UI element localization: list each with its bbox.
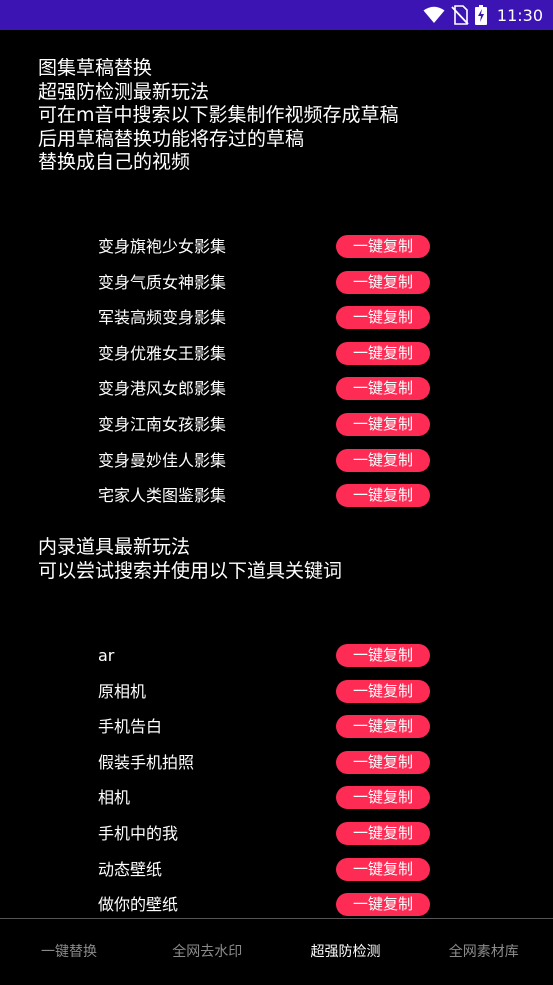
copy-button[interactable]: 一键复制	[336, 644, 430, 667]
keyword-label: 动态壁纸	[98, 859, 163, 879]
status-icons: 11:30	[423, 4, 543, 26]
keyword-label: 做你的壁纸	[98, 895, 179, 915]
intro-line: 超强防检测最新玩法	[38, 80, 210, 103]
keyword-label: 变身气质女神影集	[98, 272, 227, 292]
copy-button[interactable]: 一键复制	[336, 679, 430, 703]
keyword-label: 手机告白	[98, 717, 163, 737]
list-item: 变身曼妙佳人影集 一键复制	[98, 448, 438, 473]
list-item: 手机告白 一键复制	[98, 715, 438, 739]
list-item: 军装高频变身影集 一键复制	[98, 306, 438, 330]
copy-button[interactable]: 一键复制	[336, 413, 430, 436]
status-bar: 11:30	[0, 0, 553, 30]
intro-line: 可在m音中搜索以下影集制作视频存成草稿	[38, 104, 399, 126]
list-item: 做你的壁纸 一键复制	[98, 893, 438, 917]
bottom-tab-bar: 一键替换 全网去水印 超强防检测 全网素材库	[0, 919, 553, 983]
tab-2[interactable]: 超强防检测	[277, 919, 415, 983]
intro-line: 图集草稿替换	[38, 57, 153, 79]
copy-button[interactable]: 一键复制	[336, 786, 430, 810]
keyword-label: 变身优雅女王影集	[98, 343, 227, 363]
copy-button[interactable]: 一键复制	[336, 715, 430, 739]
list-item: 变身优雅女王影集 一键复制	[98, 341, 438, 366]
tab-1[interactable]: 全网去水印	[138, 919, 276, 983]
keyword-label: 军装高频变身影集	[98, 308, 227, 328]
keyword-label: 宅家人类图鉴影集	[98, 486, 227, 506]
intro-text: 图集草稿替换 超强防检测最新玩法 可在m音中搜索以下影集制作视频存成草稿 后用草稿替换…	[38, 57, 399, 175]
copy-button[interactable]: 一键复制	[336, 857, 430, 881]
props-intro-line: 可以尝试搜索并使用以下道具关键词	[38, 559, 343, 582]
keyword-label: ar	[98, 646, 115, 665]
no-sim-icon	[451, 5, 469, 25]
keyword-label: 假装手机拍照	[98, 752, 195, 772]
keyword-label: 变身江南女孩影集	[98, 415, 227, 434]
battery-charging-icon	[474, 5, 487, 25]
props-intro-line: 内录道具最新玩法	[38, 536, 191, 558]
copy-button[interactable]: 一键复制	[336, 750, 430, 774]
list-item: 动态壁纸 一键复制	[98, 857, 438, 882]
keyword-label: 原相机	[98, 681, 147, 701]
status-time: 11:30	[496, 5, 543, 25]
list-item: 变身旗袍少女影集 一键复制	[98, 235, 438, 259]
keyword-label: 手机中的我	[98, 824, 179, 843]
copy-button[interactable]: 一键复制	[336, 822, 430, 845]
list-item: 变身气质女神影集 一键复制	[98, 270, 438, 295]
list-item: 原相机 一键复制	[98, 679, 438, 704]
keyword-label: 变身曼妙佳人影集	[98, 450, 227, 470]
tab-0[interactable]: 一键替换	[0, 919, 138, 983]
copy-button[interactable]: 一键复制	[336, 484, 430, 508]
keyword-label: 变身旗袍少女影集	[98, 237, 227, 256]
copy-button[interactable]: 一键复制	[336, 448, 430, 472]
list-item: ar 一键复制	[98, 644, 438, 668]
keyword-label: 相机	[98, 788, 131, 808]
copy-button[interactable]: 一键复制	[336, 893, 430, 917]
list-item: 变身港风女郎影集 一键复制	[98, 377, 438, 401]
list-item: 假装手机拍照 一键复制	[98, 750, 438, 775]
list-item: 变身江南女孩影集 一键复制	[98, 413, 438, 437]
tab-3[interactable]: 全网素材库	[415, 919, 553, 983]
keyword-label: 变身港风女郎影集	[98, 379, 227, 399]
list-item: 宅家人类图鉴影集 一键复制	[98, 484, 438, 508]
props-intro-text: 内录道具最新玩法 可以尝试搜索并使用以下道具关键词	[38, 536, 342, 583]
wifi-icon	[423, 6, 445, 23]
copy-button[interactable]: 一键复制	[336, 377, 430, 401]
copy-button[interactable]: 一键复制	[336, 270, 430, 294]
intro-line: 后用草稿替换功能将存过的草稿	[38, 127, 305, 150]
intro-line: 替换成自己的视频	[38, 151, 191, 173]
list-item: 相机 一键复制	[98, 786, 438, 810]
list-item: 手机中的我 一键复制	[98, 822, 438, 846]
copy-button[interactable]: 一键复制	[336, 306, 430, 330]
copy-button[interactable]: 一键复制	[336, 341, 430, 365]
copy-button[interactable]: 一键复制	[336, 235, 430, 258]
